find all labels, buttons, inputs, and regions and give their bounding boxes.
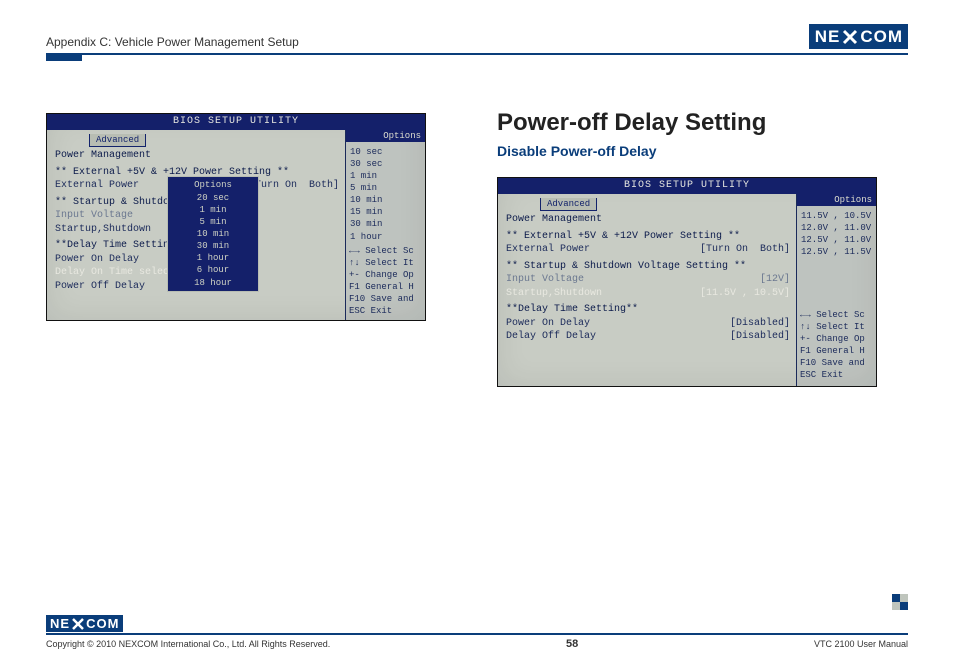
side-val: 1 hour (350, 231, 421, 243)
bios-tab-advanced: Advanced (89, 134, 146, 147)
bios-help-keys: ←→ Select Sc ↑↓ Select It +- Change Op F… (346, 243, 425, 322)
header-rule (46, 53, 908, 61)
side-val: 10 min (350, 194, 421, 206)
logo-x-icon (841, 28, 859, 46)
popup-option: 20 sec (168, 192, 258, 204)
popup-option: 30 min (168, 240, 258, 252)
help-line: F1 General H (800, 345, 873, 357)
bios-sec3-label: **Delay Time Setting** (506, 303, 790, 317)
bios-side-panel: Options 10 sec 30 sec 1 min 5 min 10 min… (345, 130, 425, 320)
popup-option: 6 hour (168, 264, 258, 276)
logo-x-icon (71, 617, 85, 631)
copyright-text: Copyright © 2010 NEXCOM International Co… (46, 639, 330, 649)
popup-head: Options (168, 179, 258, 191)
side-val: 30 min (350, 218, 421, 230)
bios-tab-advanced: Advanced (540, 198, 597, 211)
page-header: Appendix C: Vehicle Power Management Set… (46, 24, 908, 49)
manual-name: VTC 2100 User Manual (814, 639, 908, 649)
bios-title: BIOS SETUP UTILITY (47, 114, 425, 130)
logo-left-text: NE COM (809, 24, 908, 49)
bios-help-keys: ←→ Select Sc ↑↓ Select It +- Change Op F… (797, 307, 876, 386)
side-val: 1 min (350, 170, 421, 182)
help-line: ESC Exit (800, 369, 873, 381)
footer-ornament-icon (892, 594, 908, 610)
side-val: 12.0V , 11.0V (801, 222, 872, 234)
side-val: 5 min (350, 182, 421, 194)
bios-row: Input Voltage [12V] (506, 273, 790, 287)
help-line: ↑↓ Select It (349, 257, 422, 269)
bios-sec1-label: ** External +5V & +12V Power Setting ** (506, 230, 790, 244)
side-val: 10 sec (350, 146, 421, 158)
bios-title: BIOS SETUP UTILITY (498, 178, 876, 194)
subsection-title: Disable Power-off Delay (497, 143, 908, 159)
bios-panel-heading: Power Management (506, 213, 790, 227)
bios-body: Advanced Power Management ** External +5… (498, 194, 876, 386)
bios-side-values: 10 sec 30 sec 1 min 5 min 10 min 15 min … (346, 142, 425, 243)
bios-row: Power On Delay [Disabled] (506, 317, 790, 331)
side-val: 12.5V , 11.5V (801, 246, 872, 258)
help-line: F1 General H (349, 281, 422, 293)
popup-option: 18 hour (168, 277, 258, 289)
bios-row: External Power [Turn On Both] (506, 243, 790, 257)
appendix-title: Appendix C: Vehicle Power Management Set… (46, 35, 299, 49)
side-val: 30 sec (350, 158, 421, 170)
bios-main-panel: Advanced Power Management ** External +5… (498, 194, 796, 386)
bios-main-panel: Advanced Power Management ** External +5… (47, 130, 345, 320)
bios-screenshot-left: BIOS SETUP UTILITY Advanced Power Manage… (46, 113, 426, 321)
popup-option: 1 hour (168, 252, 258, 264)
help-line: F10 Save and (349, 293, 422, 305)
page-footer: NE COM Copyright © 2010 NEXCOM Internati… (46, 615, 908, 650)
popup-option: 10 min (168, 228, 258, 240)
bios-options-popup: Options 20 sec 1 min 5 min 10 min 30 min… (167, 176, 259, 292)
side-val: 15 min (350, 206, 421, 218)
bios-side-values: 11.5V , 10.5V 12.0V , 11.0V 12.5V , 11.0… (797, 206, 876, 259)
help-line: ←→ Select Sc (800, 309, 873, 321)
bios-row-selected: Startup,Shutdown [11.5V , 10.5V] (506, 287, 790, 301)
brand-logo: NE COM (809, 24, 908, 49)
help-line: ←→ Select Sc (349, 245, 422, 257)
help-line: ESC Exit (349, 305, 422, 317)
bios-panel-heading: Power Management (55, 149, 339, 163)
bios-body: Advanced Power Management ** External +5… (47, 130, 425, 320)
help-line: +- Change Op (349, 269, 422, 281)
popup-option: 5 min (168, 216, 258, 228)
help-line: ↑↓ Select It (800, 321, 873, 333)
bios-sec2-label: ** Startup & Shutdown Voltage Setting ** (506, 260, 790, 274)
bios-screenshot-right: BIOS SETUP UTILITY Advanced Power Manage… (497, 177, 877, 387)
side-val: 11.5V , 10.5V (801, 210, 872, 222)
right-column: Power-off Delay Setting Disable Power-of… (497, 109, 908, 387)
bios-side-head: Options (346, 130, 425, 142)
footer-logo: NE COM (46, 615, 908, 633)
popup-option: 1 min (168, 204, 258, 216)
content-area: BIOS SETUP UTILITY Advanced Power Manage… (46, 109, 908, 387)
bios-side-head: Options (797, 194, 876, 206)
help-line: +- Change Op (800, 333, 873, 345)
section-title: Power-off Delay Setting (497, 109, 908, 137)
left-column: BIOS SETUP UTILITY Advanced Power Manage… (46, 109, 457, 387)
bios-side-panel: Options 11.5V , 10.5V 12.0V , 11.0V 12.5… (796, 194, 876, 386)
side-val: 12.5V , 11.0V (801, 234, 872, 246)
bios-row: Delay Off Delay [Disabled] (506, 330, 790, 344)
page-number: 58 (566, 638, 578, 650)
help-line: F10 Save and (800, 357, 873, 369)
